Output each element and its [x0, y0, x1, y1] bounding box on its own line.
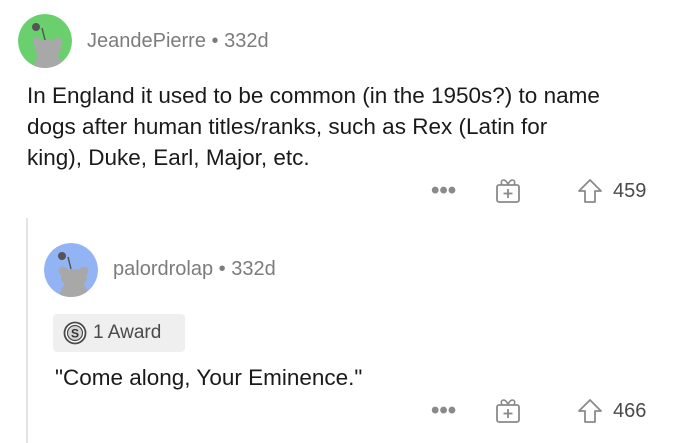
give-award-button[interactable] — [495, 178, 521, 204]
comment-line: king), Duke, Earl, Major, etc. — [27, 145, 310, 170]
upvote-button[interactable]: 459 — [577, 178, 646, 204]
award-badge[interactable]: S 1 Award — [53, 314, 185, 352]
username-link[interactable]: JeandePierre — [87, 30, 206, 52]
vote-count: 466 — [613, 399, 647, 422]
award-label: 1 Award — [93, 322, 162, 343]
meta-separator: • — [211, 30, 219, 52]
snoo-avatar-icon — [44, 243, 98, 297]
more-dots-icon: ••• — [431, 177, 457, 204]
thread-line[interactable] — [26, 218, 28, 443]
comment-age: 332d — [231, 258, 276, 280]
avatar[interactable] — [44, 243, 98, 297]
upvote-arrow-icon — [578, 399, 602, 423]
reply-body: "Come along, Your Eminence." — [55, 365, 363, 390]
svg-text:S: S — [71, 327, 79, 341]
more-options-button[interactable]: ••• — [431, 397, 457, 424]
give-award-button[interactable] — [495, 398, 521, 424]
username-link[interactable]: palordrolap — [113, 258, 213, 280]
more-dots-icon: ••• — [431, 397, 457, 424]
upvote-arrow-icon — [578, 179, 602, 203]
gift-award-icon — [496, 399, 520, 423]
more-options-button[interactable]: ••• — [431, 177, 457, 204]
reply-meta: palordrolap • 332d — [113, 258, 276, 281]
upvote-button[interactable]: 466 — [577, 398, 646, 424]
comment-line: In England it used to be common (in the … — [27, 83, 600, 108]
gift-award-icon — [496, 179, 520, 203]
comment-age: 332d — [224, 30, 269, 52]
comment-meta: JeandePierre • 332d — [87, 30, 269, 53]
snoo-avatar-icon — [18, 14, 72, 68]
vote-count: 459 — [613, 179, 647, 202]
comment-line: dogs after human titles/ranks, such as R… — [27, 114, 548, 139]
silver-award-icon: S — [63, 321, 87, 345]
meta-separator: • — [218, 258, 226, 280]
comment-body: In England it used to be common (in the … — [27, 80, 687, 173]
avatar[interactable] — [18, 14, 72, 68]
